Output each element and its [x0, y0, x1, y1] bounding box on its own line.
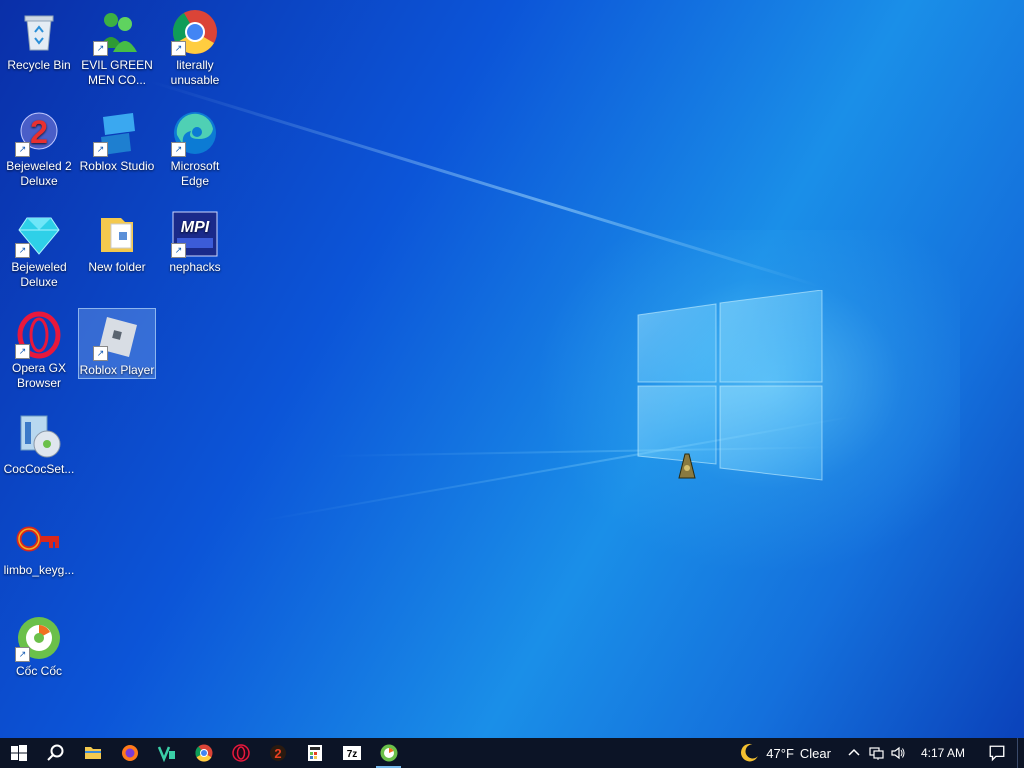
network-button[interactable] [865, 738, 887, 768]
desktop-icon-label: limbo_keyg... [3, 563, 75, 577]
7zip-label: 7z [346, 749, 357, 760]
desktop-icon-opera-gx[interactable]: ↗ Opera GX Browser [1, 307, 77, 391]
start-button[interactable] [0, 738, 37, 768]
taskbar-bejeweled[interactable]: 2 [259, 738, 296, 768]
system-tray: 47°F Clear 4:17 AM [732, 738, 1024, 768]
desktop-icon-bejeweled-2[interactable]: 2 ↗ Bejeweled 2 Deluxe [1, 105, 77, 189]
weather-temperature: 47°F [766, 745, 794, 761]
svg-text:2: 2 [30, 114, 48, 150]
taskbar-chrome[interactable] [185, 738, 222, 768]
coccoc-icon [380, 744, 397, 762]
bejeweled-icon: 2 [269, 745, 286, 761]
desktop-icon-label: Bejeweled 2 Deluxe [6, 159, 72, 188]
volume-button[interactable] [887, 738, 909, 768]
vegas-icon [157, 746, 175, 763]
calculator-icon [307, 745, 322, 761]
moon-icon [741, 743, 759, 762]
wallpaper-ray [149, 80, 820, 288]
edge-icon: ↗ [171, 109, 219, 157]
bejeweled2-icon: 2 ↗ [15, 109, 63, 157]
search-button[interactable] [37, 738, 74, 768]
taskbar-vegas[interactable] [148, 738, 185, 768]
taskbar-coccoc[interactable] [370, 738, 407, 768]
speaker-icon [891, 746, 905, 760]
desktop-icon-label: New folder [88, 260, 146, 274]
show-desktop-button[interactable] [1017, 738, 1024, 768]
taskbar: 2 7z 47°F Clear 4:17 AM [0, 738, 1024, 768]
desktop-icon-label: Roblox Player [79, 363, 155, 377]
desktop-icon-label: Cốc Cốc [15, 664, 62, 678]
chrome-icon: ↗ [171, 8, 219, 56]
desktop-icon-bejeweled-deluxe[interactable]: ↗ Bejeweled Deluxe [1, 206, 77, 290]
key-icon [15, 513, 63, 561]
start-icon [10, 745, 27, 761]
desktop-icon-nephacks[interactable]: MPI ↗ nephacks [157, 206, 233, 275]
desktop-icon-label: nephacks [169, 260, 221, 274]
firefox-icon [121, 745, 138, 761]
desktop-icon-limbo-keygen[interactable]: limbo_keyg... [1, 509, 77, 578]
7zip-icon: 7z [342, 746, 361, 760]
desktop-icon-label: Opera GX Browser [11, 361, 67, 390]
coccoc-icon: ↗ [15, 614, 63, 662]
desktop-icon-microsoft-edge[interactable]: ↗ Microsoft Edge [157, 105, 233, 189]
chrome-icon [194, 744, 212, 762]
taskbar-opera-gx[interactable] [222, 738, 259, 768]
desktop-icon-label: Recycle Bin [7, 58, 71, 72]
green-men-icon: ↗ [93, 8, 141, 56]
gem-icon: ↗ [15, 210, 63, 258]
desktop-icon-roblox-player[interactable]: ↗ Roblox Player [78, 308, 156, 379]
desktop-icon-new-folder[interactable]: New folder [79, 206, 155, 275]
opera-gx-icon: ↗ [15, 311, 63, 359]
clock[interactable]: 4:17 AM [909, 746, 977, 760]
desktop-icon-label: Roblox Studio [79, 159, 155, 173]
folder-icon [93, 210, 141, 258]
action-center-button[interactable] [977, 738, 1017, 768]
desktop-icon-label: CocCocSet... [3, 462, 75, 476]
desktop-icon-label: Microsoft Edge [170, 159, 220, 188]
weather-condition: Clear [799, 745, 831, 761]
installer-icon [15, 412, 63, 460]
desktop-icon-roblox-studio[interactable]: ↗ Roblox Studio [79, 105, 155, 174]
weather-widget[interactable]: 47°F Clear [732, 742, 843, 764]
taskbar-7zip[interactable]: 7z [333, 738, 370, 768]
file-explorer-icon [84, 747, 101, 759]
taskbar-firefox[interactable] [111, 738, 148, 768]
desktop-icon-coc-coc[interactable]: ↗ Cốc Cốc [1, 610, 77, 679]
desktop-icon-label: EVIL GREEN MEN CO... [81, 58, 153, 87]
network-icon [869, 747, 884, 760]
mpi-icon: MPI ↗ [171, 210, 219, 258]
busy-cursor-icon [678, 453, 696, 479]
taskbar-calculator[interactable] [296, 738, 333, 768]
roblox-icon: ↗ [93, 313, 141, 361]
show-hidden-icons-button[interactable] [843, 738, 865, 768]
desktop-icon-coccoc-setup[interactable]: CocCocSet... [1, 408, 77, 477]
desktop-icon-evil-green-men[interactable]: ↗ EVIL GREEN MEN CO... [79, 4, 155, 88]
chevron-up-icon [848, 748, 860, 756]
svg-text:2: 2 [274, 746, 281, 761]
roblox-studio-icon: ↗ [93, 109, 141, 157]
recycle-bin-icon [15, 8, 63, 56]
desktop-icon-label: literally unusable [170, 58, 220, 87]
desktop-icon-literally-unusable[interactable]: ↗ literally unusable [157, 4, 233, 88]
search-icon [46, 744, 63, 761]
windows-logo-wallpaper [637, 290, 823, 481]
taskbar-file-explorer[interactable] [74, 738, 111, 768]
desktop-icon-label: Bejeweled Deluxe [11, 260, 67, 289]
opera-gx-icon [231, 744, 250, 762]
notification-icon [989, 745, 1005, 762]
svg-text:MPI: MPI [181, 219, 210, 236]
desktop-icon-recycle-bin[interactable]: Recycle Bin [1, 4, 77, 73]
